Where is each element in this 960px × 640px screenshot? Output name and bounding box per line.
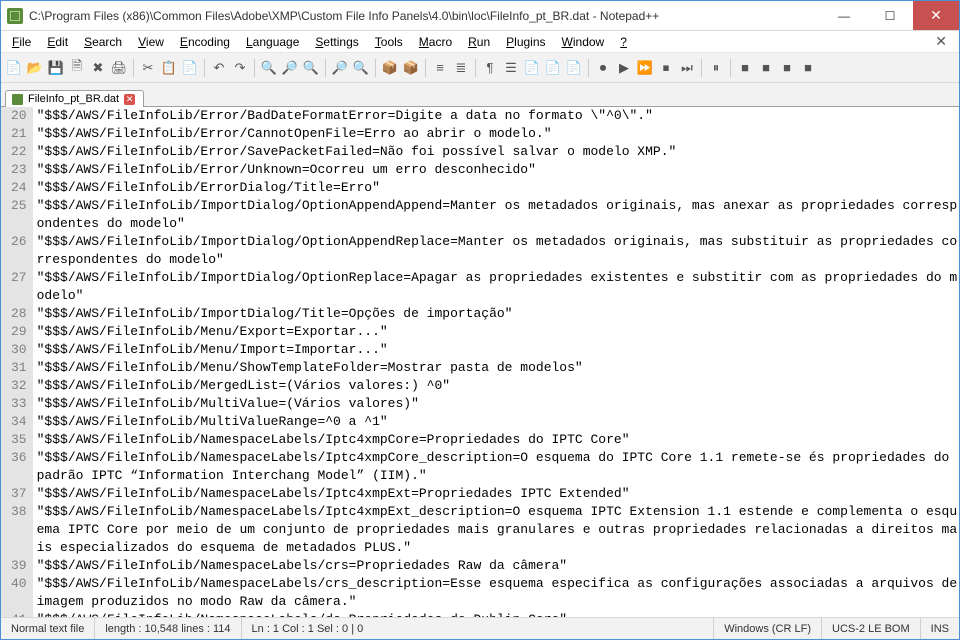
toolbar-button[interactable]: ⏭ — [678, 59, 696, 77]
toolbar-button[interactable]: ¶ — [481, 59, 499, 77]
close-button[interactable]: ✕ — [913, 1, 959, 30]
menu-?[interactable]: ? — [613, 33, 634, 51]
tab-close-icon[interactable]: ✕ — [124, 94, 135, 105]
code-line[interactable]: "$$$/AWS/FileInfoLib/NamespaceLabels/Ipt… — [37, 503, 959, 557]
toolbar: 📄📂💾🗎✖🖨✂📋📄↶↷🔍🔎🔍🔎🔍📦📦≡≣¶☰📄📄📄⏺▶⏩⏹⏭⏸■■■■ — [1, 53, 959, 83]
minimize-button[interactable]: — — [821, 1, 867, 30]
code-line[interactable]: "$$$/AWS/FileInfoLib/MergedList=(Vários … — [37, 377, 959, 395]
code-line[interactable]: "$$$/AWS/FileInfoLib/ImportDialog/Option… — [37, 269, 959, 305]
status-eol: Windows (CR LF) — [714, 618, 822, 639]
toolbar-button[interactable]: 🔎 — [331, 59, 349, 77]
status-encoding: UCS-2 LE BOM — [822, 618, 921, 639]
line-gutter: 202122232425 26 27 282930313233343536 37… — [1, 107, 33, 617]
toolbar-button[interactable]: ■ — [778, 59, 796, 77]
menu-language[interactable]: Language — [239, 33, 306, 51]
toolbar-button[interactable]: 🔎 — [281, 59, 299, 77]
toolbar-button[interactable]: ↷ — [231, 59, 249, 77]
toolbar-button[interactable]: 📄 — [544, 59, 562, 77]
toolbar-button[interactable]: ↶ — [210, 59, 228, 77]
code-line[interactable]: "$$$/AWS/FileInfoLib/ImportDialog/Option… — [37, 197, 959, 233]
code-line[interactable]: "$$$/AWS/FileInfoLib/Menu/Import=Importa… — [37, 341, 959, 359]
toolbar-button[interactable]: 📄 — [523, 59, 541, 77]
file-tab-icon — [12, 94, 23, 105]
toolbar-button[interactable]: 📄 — [181, 59, 199, 77]
code-line[interactable]: "$$$/AWS/FileInfoLib/Error/SavePacketFai… — [37, 143, 959, 161]
code-line[interactable]: "$$$/AWS/FileInfoLib/NamespaceLabels/Ipt… — [37, 431, 959, 449]
status-filetype: Normal text file — [1, 618, 95, 639]
code-line[interactable]: "$$$/AWS/FileInfoLib/ImportDialog/Option… — [37, 233, 959, 269]
toolbar-button[interactable]: ■ — [736, 59, 754, 77]
toolbar-button[interactable]: 🔍 — [302, 59, 320, 77]
code-line[interactable]: "$$$/AWS/FileInfoLib/ErrorDialog/Title=E… — [37, 179, 959, 197]
toolbar-button[interactable]: 📦 — [402, 59, 420, 77]
toolbar-button[interactable]: ≡ — [431, 59, 449, 77]
toolbar-button[interactable]: ✖ — [89, 59, 107, 77]
file-tab[interactable]: FileInfo_pt_BR.dat ✕ — [5, 90, 144, 107]
toolbar-button[interactable]: ⏩ — [636, 59, 654, 77]
code-line[interactable]: "$$$/AWS/FileInfoLib/NamespaceLabels/crs… — [37, 557, 959, 575]
menu-window[interactable]: Window — [555, 33, 612, 51]
menubar: FileEditSearchViewEncodingLanguageSettin… — [1, 31, 959, 53]
toolbar-button[interactable]: ☰ — [502, 59, 520, 77]
code-line[interactable]: "$$$/AWS/FileInfoLib/Menu/ShowTemplateFo… — [37, 359, 959, 377]
maximize-button[interactable]: ☐ — [867, 1, 913, 30]
toolbar-button[interactable]: 📦 — [381, 59, 399, 77]
code-line[interactable]: "$$$/AWS/FileInfoLib/Error/BadDateFormat… — [37, 107, 959, 125]
toolbar-button[interactable]: ■ — [799, 59, 817, 77]
toolbar-button[interactable]: 🔍 — [260, 59, 278, 77]
statusbar: Normal text file length : 10,548 lines :… — [1, 617, 959, 639]
file-tab-label: FileInfo_pt_BR.dat — [28, 93, 119, 105]
menu-view[interactable]: View — [131, 33, 171, 51]
toolbar-button[interactable]: 🗎 — [68, 59, 86, 77]
menu-settings[interactable]: Settings — [308, 33, 365, 51]
app-icon — [7, 8, 23, 24]
menu-run[interactable]: Run — [461, 33, 497, 51]
toolbar-button[interactable]: ▶ — [615, 59, 633, 77]
code-line[interactable]: "$$$/AWS/FileInfoLib/Error/CannotOpenFil… — [37, 125, 959, 143]
window-controls: — ☐ ✕ — [821, 1, 959, 30]
toolbar-button[interactable]: 📄 — [565, 59, 583, 77]
code-line[interactable]: "$$$/AWS/FileInfoLib/NamespaceLabels/Ipt… — [37, 485, 959, 503]
code-line[interactable]: "$$$/AWS/FileInfoLib/Error/Unknown=Ocorr… — [37, 161, 959, 179]
toolbar-button[interactable]: ✂ — [139, 59, 157, 77]
menu-plugins[interactable]: Plugins — [499, 33, 552, 51]
code-line[interactable]: "$$$/AWS/FileInfoLib/NamespaceLabels/Ipt… — [37, 449, 959, 485]
toolbar-button[interactable]: 📂 — [26, 59, 44, 77]
status-length: length : 10,548 lines : 114 — [95, 618, 241, 639]
tabbar: FileInfo_pt_BR.dat ✕ — [1, 83, 959, 107]
code-line[interactable]: "$$$/AWS/FileInfoLib/NamespaceLabels/crs… — [37, 575, 959, 611]
status-pos: Ln : 1 Col : 1 Sel : 0 | 0 — [242, 618, 715, 639]
toolbar-button[interactable]: 📋 — [160, 59, 178, 77]
toolbar-button[interactable]: ⏺ — [594, 59, 612, 77]
menubar-close-icon[interactable]: ✕ — [935, 33, 955, 50]
status-mode: INS — [921, 618, 959, 639]
menu-encoding[interactable]: Encoding — [173, 33, 237, 51]
code-line[interactable]: "$$$/AWS/FileInfoLib/ImportDialog/Title=… — [37, 305, 959, 323]
titlebar: C:\Program Files (x86)\Common Files\Adob… — [1, 1, 959, 31]
toolbar-button[interactable]: ≣ — [452, 59, 470, 77]
toolbar-button[interactable]: ■ — [757, 59, 775, 77]
toolbar-button[interactable]: 📄 — [5, 59, 23, 77]
menu-file[interactable]: File — [5, 33, 38, 51]
code-area[interactable]: "$$$/AWS/FileInfoLib/Error/BadDateFormat… — [33, 107, 959, 617]
menu-search[interactable]: Search — [77, 33, 129, 51]
menu-edit[interactable]: Edit — [40, 33, 75, 51]
menu-tools[interactable]: Tools — [368, 33, 410, 51]
toolbar-button[interactable]: 🖨 — [110, 59, 128, 77]
toolbar-button[interactable]: 💾 — [47, 59, 65, 77]
code-line[interactable]: "$$$/AWS/FileInfoLib/MultiValueRange=^0 … — [37, 413, 959, 431]
window-title: C:\Program Files (x86)\Common Files\Adob… — [29, 9, 821, 23]
code-line[interactable]: "$$$/AWS/FileInfoLib/Menu/Export=Exporta… — [37, 323, 959, 341]
toolbar-button[interactable]: ⏸ — [707, 59, 725, 77]
menu-macro[interactable]: Macro — [412, 33, 459, 51]
toolbar-button[interactable]: ⏹ — [657, 59, 675, 77]
editor[interactable]: 202122232425 26 27 282930313233343536 37… — [1, 107, 959, 617]
toolbar-button[interactable]: 🔍 — [352, 59, 370, 77]
code-line[interactable]: "$$$/AWS/FileInfoLib/MultiValue=(Vários … — [37, 395, 959, 413]
